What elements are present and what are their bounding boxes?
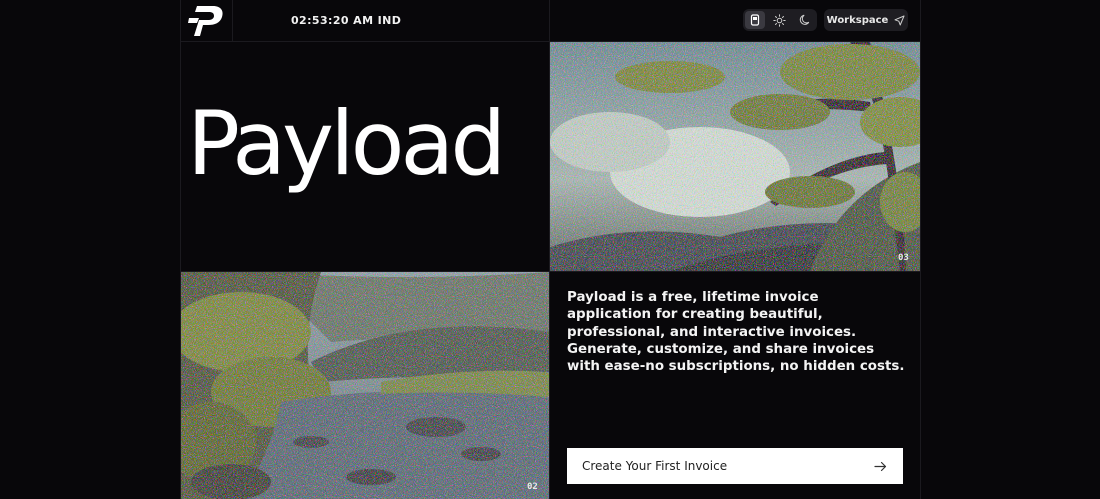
landscape-image-top: 03	[550, 42, 920, 271]
create-invoice-label: Create Your First Invoice	[582, 459, 728, 473]
hero-description: Payload is a free, lifetime invoice appl…	[567, 290, 905, 375]
moon-icon	[799, 14, 809, 25]
hero-title: Payload	[187, 92, 506, 195]
clock-display: 02:53:20 AM IND	[291, 14, 402, 27]
frame-line-right	[920, 0, 921, 499]
image-index-bottom: 02	[527, 482, 538, 492]
theme-dark-button[interactable]	[795, 11, 815, 29]
workspace-button-label: Workspace	[826, 14, 889, 26]
payload-logo[interactable]	[182, 0, 232, 41]
theme-system-button[interactable]	[745, 11, 766, 29]
payload-logo-icon	[188, 5, 223, 36]
landscape-image-bottom: 02	[181, 272, 549, 499]
create-invoice-button[interactable]: Create Your First Invoice	[567, 448, 903, 484]
frame-line-logo	[232, 0, 233, 41]
workspace-button[interactable]: Workspace	[824, 9, 908, 31]
send-icon	[894, 15, 905, 25]
arrow-right-icon	[874, 461, 887, 471]
theme-switcher	[743, 9, 817, 31]
image-index-top: 03	[898, 253, 909, 263]
tree-landscape-illustration	[550, 42, 920, 271]
river-landscape-illustration	[181, 272, 549, 499]
hero-title-cell: Payload	[181, 42, 549, 271]
theme-light-button[interactable]	[770, 11, 790, 29]
sun-icon	[773, 13, 787, 27]
system-icon	[751, 14, 760, 26]
